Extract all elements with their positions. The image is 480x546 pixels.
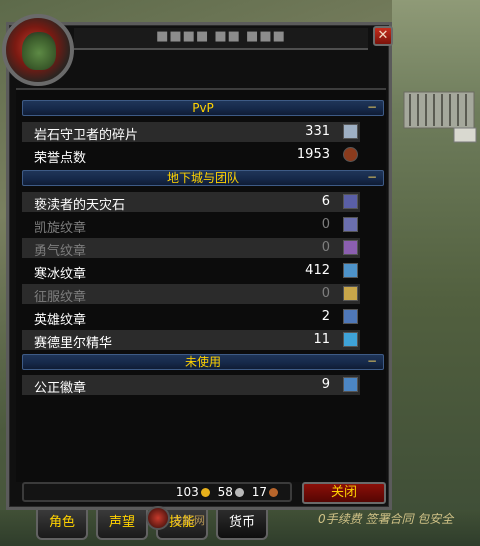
currency-count: 331 — [305, 124, 330, 139]
currency-row[interactable]: 亵渎者的天灾石 6 — [22, 192, 360, 213]
currency-row[interactable]: 赛德里尔精华 11 — [22, 330, 360, 351]
currency-name: 寒冰纹章 — [34, 267, 87, 282]
currency-row[interactable]: 岩石守卫者的碎片 331 — [22, 122, 360, 143]
watermark-slogan: 0手续费 签署合同 包安全 — [318, 512, 454, 526]
watermark-logo — [146, 506, 170, 530]
collapse-icon[interactable]: − — [367, 100, 377, 114]
background-scenery — [392, 0, 480, 546]
currency-row[interactable]: 荣誉点数 1953 — [22, 145, 360, 166]
scourgestone-icon — [343, 194, 358, 209]
currency-count: 9 — [321, 377, 330, 392]
currency-count: 1953 — [296, 147, 330, 162]
character-portrait — [2, 14, 74, 86]
currency-row[interactable]: 征服纹章 0 — [22, 284, 360, 305]
copper-coin-icon — [269, 488, 278, 497]
gold-coin-icon — [200, 488, 210, 497]
money-display: 103 58 17 — [22, 482, 292, 502]
currency-name: 公正徽章 — [34, 381, 87, 396]
tab-character[interactable]: 角色 — [36, 510, 88, 540]
currency-name: 岩石守卫者的碎片 — [34, 128, 139, 143]
valor-emblem-icon — [343, 240, 358, 255]
currency-name: 勇气纹章 — [34, 244, 87, 259]
heroism-emblem-icon — [343, 309, 358, 324]
background-machinery — [403, 91, 477, 143]
section-header-pvp[interactable]: PvP − — [22, 100, 384, 116]
triumph-emblem-icon — [343, 217, 358, 232]
currency-name: 亵渎者的天灾石 — [34, 198, 126, 213]
tab-reputation[interactable]: 声望 — [96, 510, 148, 540]
currency-row[interactable]: 英雄纹章 2 — [22, 307, 360, 328]
copper-amount: 17 — [251, 485, 267, 499]
currency-row[interactable]: 勇气纹章 0 — [22, 238, 360, 259]
currency-row[interactable]: 公正徽章 9 — [22, 375, 360, 396]
justice-badge-icon — [343, 377, 358, 392]
currency-name: 凯旋纹章 — [34, 221, 87, 236]
tab-currency[interactable]: 货币 — [216, 510, 268, 540]
watermark-text: 龙拓网 — [172, 514, 205, 527]
currency-name: 荣誉点数 — [34, 151, 87, 166]
currency-name: 征服纹章 — [34, 290, 87, 305]
collapse-icon[interactable]: − — [367, 170, 377, 184]
character-face-icon — [22, 32, 56, 70]
essence-icon — [343, 332, 358, 347]
currency-row[interactable]: 寒冰纹章 412 — [22, 261, 360, 282]
section-header-unused[interactable]: 未使用 − — [22, 354, 384, 370]
currency-count: 0 — [321, 240, 330, 255]
title-bar[interactable]: ■■■■ ■■ ■■■ — [74, 28, 368, 50]
gold-amount: 103 — [175, 485, 199, 499]
currency-name: 英雄纹章 — [34, 313, 87, 328]
conquest-emblem-icon — [343, 286, 358, 301]
close-x-button[interactable]: ✕ — [373, 26, 393, 46]
section-header-label: 未使用 — [184, 355, 221, 369]
currency-count: 0 — [321, 217, 330, 232]
frost-emblem-icon — [343, 263, 358, 278]
currency-count: 0 — [321, 286, 330, 301]
silver-coin-icon — [234, 488, 244, 497]
currency-count: 412 — [305, 263, 330, 278]
collapse-icon[interactable]: − — [367, 354, 377, 368]
currency-count: 11 — [313, 332, 330, 347]
stone-shard-icon — [343, 124, 358, 139]
honor-icon — [343, 147, 358, 162]
close-button[interactable]: 关闭 — [302, 482, 386, 504]
section-header-label: 地下城与团队 — [166, 171, 239, 185]
currency-count: 6 — [321, 194, 330, 209]
section-header-label: PvP — [192, 101, 214, 115]
silver-amount: 58 — [217, 485, 233, 499]
section-header-dungeons[interactable]: 地下城与团队 − — [22, 170, 384, 186]
window-title: ■■■■ ■■ ■■■ — [156, 29, 286, 44]
currency-name: 赛德里尔精华 — [34, 336, 113, 351]
currency-count: 2 — [321, 309, 330, 324]
currency-row[interactable]: 凯旋纹章 0 — [22, 215, 360, 236]
